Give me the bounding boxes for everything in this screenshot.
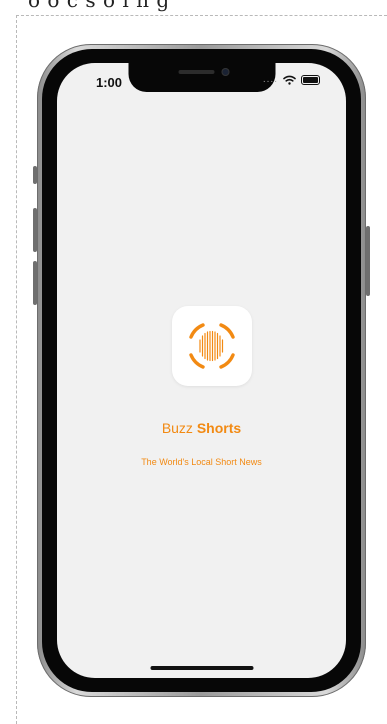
status-time: 1:00: [96, 75, 123, 90]
volume-down-button: [33, 261, 37, 305]
dashed-frame-left: [16, 15, 17, 724]
power-button: [366, 226, 370, 296]
wifi-icon: [283, 75, 296, 85]
app-tagline: The World's Local Short News: [141, 457, 262, 467]
front-camera-icon: [221, 68, 229, 76]
buzz-shorts-logo-icon: [172, 306, 252, 386]
cut-off-heading: o o c s o i n g: [28, 0, 170, 12]
volume-up-button: [33, 208, 37, 252]
cellular-signal-icon: ....: [262, 74, 278, 85]
app-screen: 1:00 .... Buzz Shorts The World's Local …: [57, 63, 346, 678]
home-indicator[interactable]: [150, 666, 253, 670]
buzz-shorts-logo-graphic: [189, 323, 235, 369]
mute-switch: [33, 166, 37, 184]
phone-bezel: 1:00 .... Buzz Shorts The World's Local …: [42, 49, 361, 692]
notch: [128, 63, 275, 92]
status-icons: ....: [263, 75, 320, 85]
app-title: Buzz Shorts: [57, 420, 346, 436]
speaker-grille: [178, 70, 214, 74]
dashed-frame-top: [16, 15, 387, 16]
app-title-bold: Shorts: [196, 420, 242, 436]
battery-icon: [301, 75, 320, 85]
phone-mockup: 1:00 .... Buzz Shorts The World's Local …: [33, 44, 370, 697]
app-title-regular: Buzz: [161, 420, 197, 436]
